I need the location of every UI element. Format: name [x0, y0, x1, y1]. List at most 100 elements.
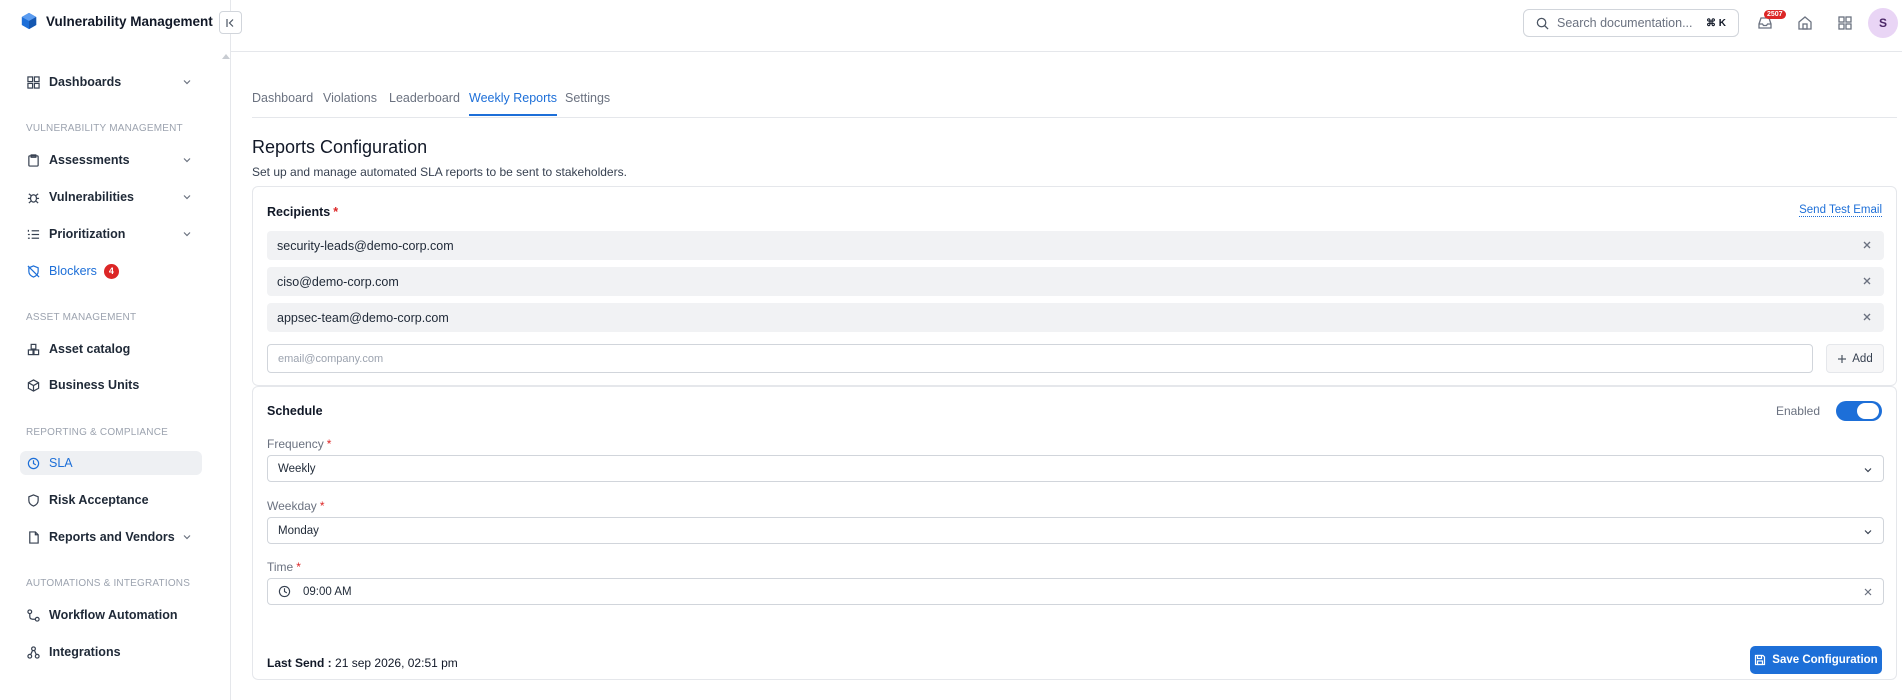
- sidebar-item-business-units[interactable]: Business Units: [20, 373, 202, 397]
- file-icon: [26, 530, 40, 544]
- sidebar-item-prioritization[interactable]: Prioritization: [20, 222, 202, 246]
- workflow-icon: [26, 608, 40, 622]
- chevron-down-icon[interactable]: [182, 532, 192, 542]
- sidebar-item-blockers[interactable]: Blockers 4: [20, 259, 202, 283]
- time-picker[interactable]: 09:00 AM: [267, 578, 1884, 605]
- clock-icon: [278, 585, 291, 598]
- sidebar-item-asset-catalog[interactable]: Asset catalog: [20, 337, 202, 361]
- tab-dashboard[interactable]: Dashboard: [252, 91, 313, 114]
- brand[interactable]: Vulnerability Management: [20, 12, 213, 30]
- notifications-button[interactable]: 2507: [1755, 10, 1786, 33]
- enabled-label: Enabled: [1775, 404, 1820, 418]
- integrations-icon: [26, 645, 40, 659]
- home-icon: [1798, 16, 1812, 30]
- recipient-chip: ciso@demo-corp.com: [267, 267, 1884, 296]
- chevron-down-icon: [1864, 468, 1872, 473]
- shield-icon: [26, 493, 40, 507]
- sidebar-item-label: SLA: [49, 456, 73, 470]
- save-button-label: Save Configuration: [1772, 654, 1878, 666]
- sidebar-item-dashboards[interactable]: Dashboards: [20, 70, 202, 94]
- sidebar-item-vulnerabilities[interactable]: Vulnerabilities: [20, 185, 202, 209]
- grid-icon: [26, 75, 40, 89]
- bug-icon: [26, 190, 40, 204]
- page-subtitle: Set up and manage automated SLA reports …: [252, 165, 627, 179]
- last-send-info: Last Send : 21 sep 2026, 02:51 pm: [267, 656, 458, 670]
- save-configuration-button[interactable]: Save Configuration: [1750, 646, 1882, 674]
- tab-settings[interactable]: Settings: [565, 91, 610, 114]
- weekday-label-text: Weekday: [267, 499, 317, 513]
- sidebar-item-label: Asset catalog: [49, 342, 131, 356]
- weekday-label: Weekday *: [267, 499, 324, 513]
- sidebar-item-label: Risk Acceptance: [49, 493, 149, 507]
- remove-icon[interactable]: [1862, 312, 1872, 322]
- chevron-down-icon[interactable]: [182, 192, 192, 202]
- send-test-email-link[interactable]: Send Test Email: [1799, 204, 1882, 217]
- collapse-sidebar-button[interactable]: [219, 11, 242, 34]
- blocked-shield-icon: [26, 264, 40, 278]
- recipient-email: appsec-team@demo-corp.com: [277, 310, 449, 325]
- search-placeholder: Search documentation...: [1557, 16, 1693, 30]
- sidebar-item-assessments[interactable]: Assessments: [20, 148, 202, 172]
- sidebar-item-label: Reports and Vendors: [49, 530, 175, 544]
- tab-violations[interactable]: Violations: [323, 91, 377, 114]
- time-value: 09:00 AM: [303, 585, 352, 598]
- required-mark: *: [296, 560, 301, 574]
- tab-bar: Dashboard Violations Leaderboard Weekly …: [252, 86, 1897, 118]
- chevron-down-icon[interactable]: [182, 155, 192, 165]
- clipboard-icon: [26, 153, 40, 167]
- chevron-down-icon[interactable]: [182, 229, 192, 239]
- cube-logo-icon: [21, 12, 37, 30]
- tab-leaderboard[interactable]: Leaderboard: [389, 91, 460, 114]
- frequency-select[interactable]: Weekly: [267, 455, 1884, 482]
- plus-icon: [1838, 354, 1847, 363]
- sidebar-item-risk-acceptance[interactable]: Risk Acceptance: [20, 488, 202, 512]
- sidebar-scroll-up-arrow[interactable]: [222, 54, 230, 59]
- chevron-down-icon: [1864, 530, 1872, 535]
- apps-button[interactable]: [1835, 13, 1855, 33]
- blockers-count-badge: 4: [103, 263, 119, 279]
- add-button-label: Add: [1852, 352, 1873, 365]
- sidebar-item-label: Blockers: [49, 264, 97, 278]
- sidebar-item-workflow-automation[interactable]: Workflow Automation: [20, 603, 202, 627]
- sidebar-item-label: Prioritization: [49, 227, 126, 241]
- remove-icon[interactable]: [1862, 240, 1872, 250]
- time-label: Time *: [267, 560, 301, 574]
- page-title: Reports Configuration: [252, 137, 428, 157]
- sidebar: Vulnerability Management Dashboards VULN…: [0, 0, 231, 700]
- frequency-label-text: Frequency: [267, 437, 324, 451]
- email-field[interactable]: email@company.com: [267, 344, 1813, 373]
- last-send-label: Last Send :: [267, 656, 332, 670]
- weekday-value: Monday: [278, 524, 319, 537]
- chevron-down-icon[interactable]: [182, 77, 192, 87]
- avatar[interactable]: S: [1868, 8, 1898, 38]
- sidebar-item-reports-vendors[interactable]: Reports and Vendors: [20, 525, 202, 549]
- clear-icon[interactable]: [1863, 587, 1873, 597]
- required-mark: *: [333, 205, 339, 219]
- recipient-email: security-leads@demo-corp.com: [277, 238, 454, 253]
- section-label-automations-integrations: AUTOMATIONS & INTEGRATIONS: [26, 578, 191, 589]
- required-mark: *: [326, 437, 332, 451]
- search-shortcut: ⌘ K: [1706, 17, 1726, 29]
- time-label-text: Time: [267, 560, 294, 574]
- sidebar-item-sla[interactable]: SLA: [20, 451, 202, 475]
- recipient-chip: appsec-team@demo-corp.com: [267, 303, 1884, 332]
- tab-weekly-reports[interactable]: Weekly Reports: [469, 91, 557, 116]
- schedule-enabled-toggle[interactable]: [1836, 401, 1882, 421]
- recipients-title: Recipients *: [267, 205, 338, 219]
- app-title: Vulnerability Management: [46, 13, 213, 29]
- toggle-knob: [1857, 403, 1879, 419]
- section-label-asset-management: ASSET MANAGEMENT: [26, 312, 137, 323]
- search-input[interactable]: Search documentation... ⌘ K: [1523, 9, 1739, 37]
- sidebar-item-integrations[interactable]: Integrations: [20, 640, 202, 664]
- frequency-label: Frequency *: [267, 437, 331, 451]
- sidebar-item-label: Dashboards: [49, 75, 122, 89]
- save-icon: [1755, 654, 1766, 666]
- sidebar-item-label: Workflow Automation: [49, 608, 178, 622]
- remove-icon[interactable]: [1862, 276, 1872, 286]
- schedule-title: Schedule: [267, 404, 323, 418]
- home-button[interactable]: [1795, 13, 1815, 33]
- weekday-select[interactable]: Monday: [267, 517, 1884, 544]
- add-recipient-button[interactable]: Add: [1826, 344, 1884, 373]
- sidebar-item-label: Assessments: [49, 153, 130, 167]
- search-icon: [1536, 17, 1549, 30]
